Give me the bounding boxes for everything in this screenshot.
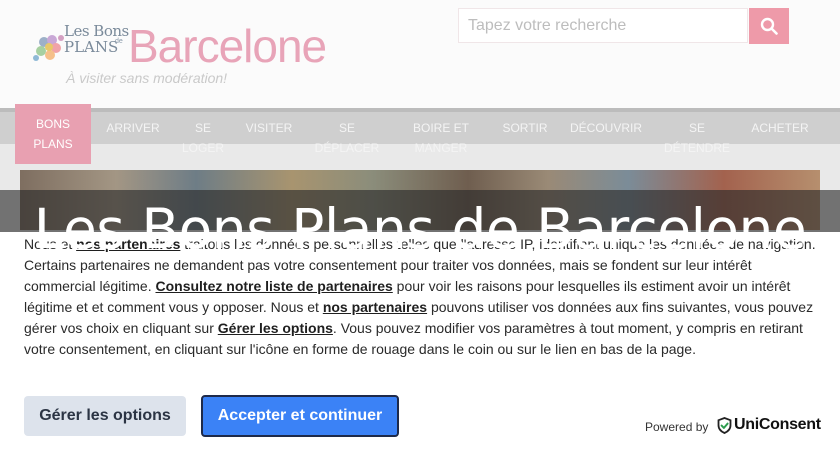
shield-check-icon [717, 416, 732, 434]
nav-item-se-detendre[interactable]: SE DÉTENDRE [656, 112, 738, 155]
accept-continue-button[interactable]: Accepter et continuer [201, 395, 399, 437]
consent-panel: Nous et nos partenaires traitons les don… [0, 232, 840, 460]
manage-options-button[interactable]: Gérer les options [24, 396, 186, 436]
nav-label: DÉPLACER [314, 141, 380, 155]
nav-item-boire-et-manger[interactable]: BOIRE ET MANGER [402, 112, 480, 155]
nav-item-se-loger[interactable]: SE LOGER [172, 112, 234, 155]
nav-item-se-deplacer[interactable]: SE DÉPLACER [306, 112, 388, 155]
logo-tagline: À visiter sans modération! [66, 70, 228, 86]
logo-city: Barcelone [128, 20, 327, 72]
nav-item-arriver[interactable]: ARRIVER [96, 112, 170, 148]
page-title: Les Bons Plans de Barcelone [33, 197, 807, 261]
uniconsent-brand[interactable]: UniConsent [717, 416, 821, 434]
nav-item-sortir[interactable]: SORTIR [494, 112, 556, 148]
main-nav: ARRIVER SE LOGER VISITER SE DÉPLACER BOI… [0, 108, 840, 155]
nav-label: PLANS [33, 137, 73, 151]
nav-label: SE [688, 121, 705, 135]
logo-les-bons: Les Bons [64, 22, 129, 40]
logo-plans: PLANS [64, 38, 119, 56]
nav-label: MANGER [414, 141, 468, 155]
search-input[interactable] [459, 9, 747, 42]
powered-by-label: Powered by [645, 420, 709, 434]
nav-label: BONS [35, 117, 70, 131]
search-button[interactable] [749, 8, 789, 44]
nav-label: SORTIR [502, 121, 548, 135]
search-icon [760, 17, 778, 35]
nav-label: DÉTENDRE [663, 141, 730, 155]
nav-label: SE [338, 121, 355, 135]
nav-label: VISITER [245, 121, 293, 135]
partners-link-2[interactable]: nos partenaires [323, 299, 427, 315]
nav-item-decouvrir[interactable]: DÉCOUVRIR [564, 112, 648, 148]
manage-options-link[interactable]: Gérer les options [218, 320, 333, 336]
search-box [458, 8, 748, 43]
nav-label: ARRIVER [106, 121, 160, 135]
nav-label: SE [194, 121, 211, 135]
nav-label: DÉCOUVRIR [569, 121, 642, 135]
site-header: Les Bons PLANS de Barcelone À visiter sa… [0, 0, 840, 108]
nav-label: ACHETER [751, 121, 809, 135]
partners-list-link[interactable]: Consultez notre liste de partenaires [155, 278, 392, 294]
nav-item-bons-plans[interactable]: BONS PLANS [15, 104, 91, 164]
nav-label: BOIRE ET [412, 121, 469, 135]
logo-de: de [115, 38, 123, 45]
site-logo[interactable]: Les Bons PLANS de Barcelone À visiter sa… [30, 14, 340, 92]
nav-label: LOGER [181, 141, 224, 155]
nav-item-acheter[interactable]: ACHETER [746, 112, 814, 148]
brand-name: UniConsent [734, 416, 821, 433]
nav-item-visiter[interactable]: VISITER [236, 112, 302, 148]
